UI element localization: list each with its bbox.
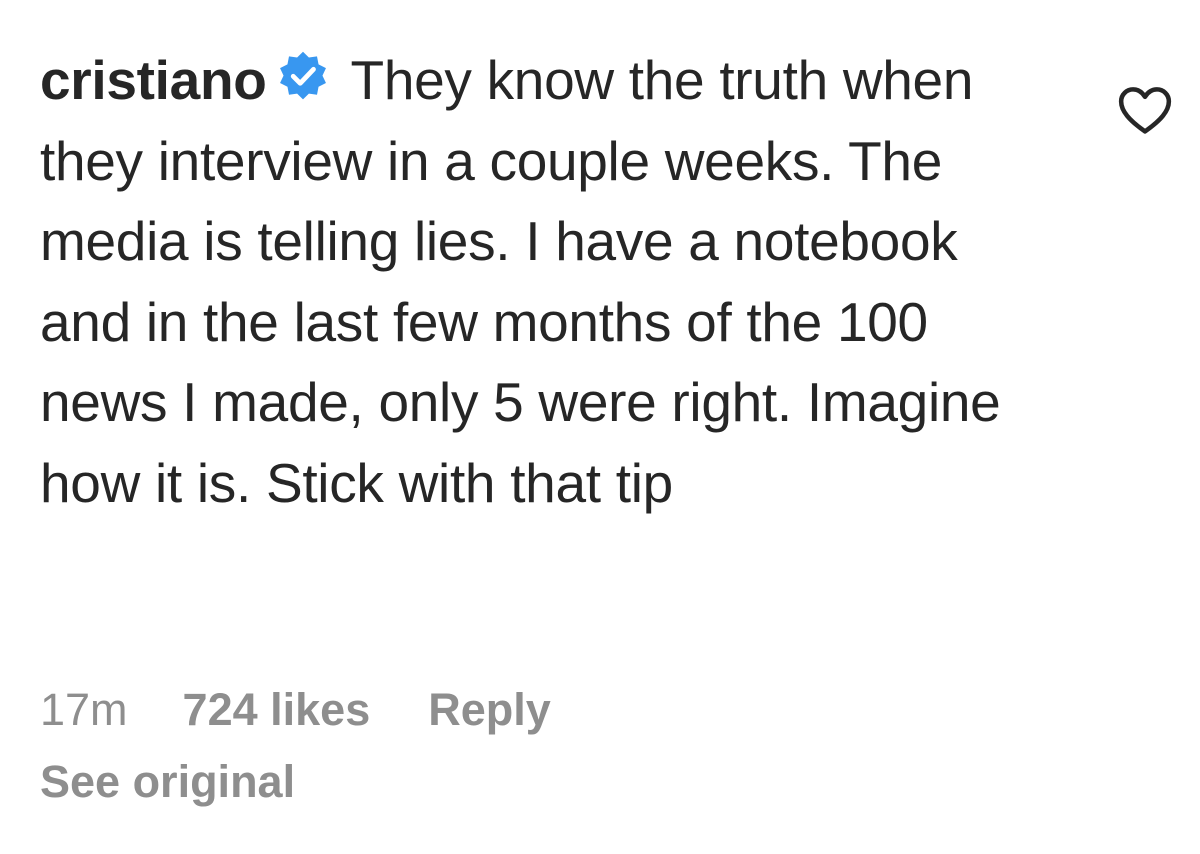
comment: cristiano They know the truth when they … <box>40 40 1040 523</box>
see-original-link[interactable]: See original <box>40 756 295 808</box>
likes-count-link[interactable]: 724 likes <box>183 684 371 736</box>
comment-username[interactable]: cristiano <box>40 49 267 111</box>
comment-text: They know the truth when they interview … <box>40 49 1001 514</box>
reply-button[interactable]: Reply <box>428 684 551 736</box>
verified-badge-icon <box>275 49 331 105</box>
comment-meta-row: 17m 724 likes Reply <box>40 682 551 738</box>
comment-body: cristiano They know the truth when they … <box>40 40 1040 523</box>
comment-timestamp: 17m <box>40 684 128 735</box>
heart-outline-icon <box>1117 86 1173 136</box>
like-button[interactable] <box>1117 86 1173 136</box>
